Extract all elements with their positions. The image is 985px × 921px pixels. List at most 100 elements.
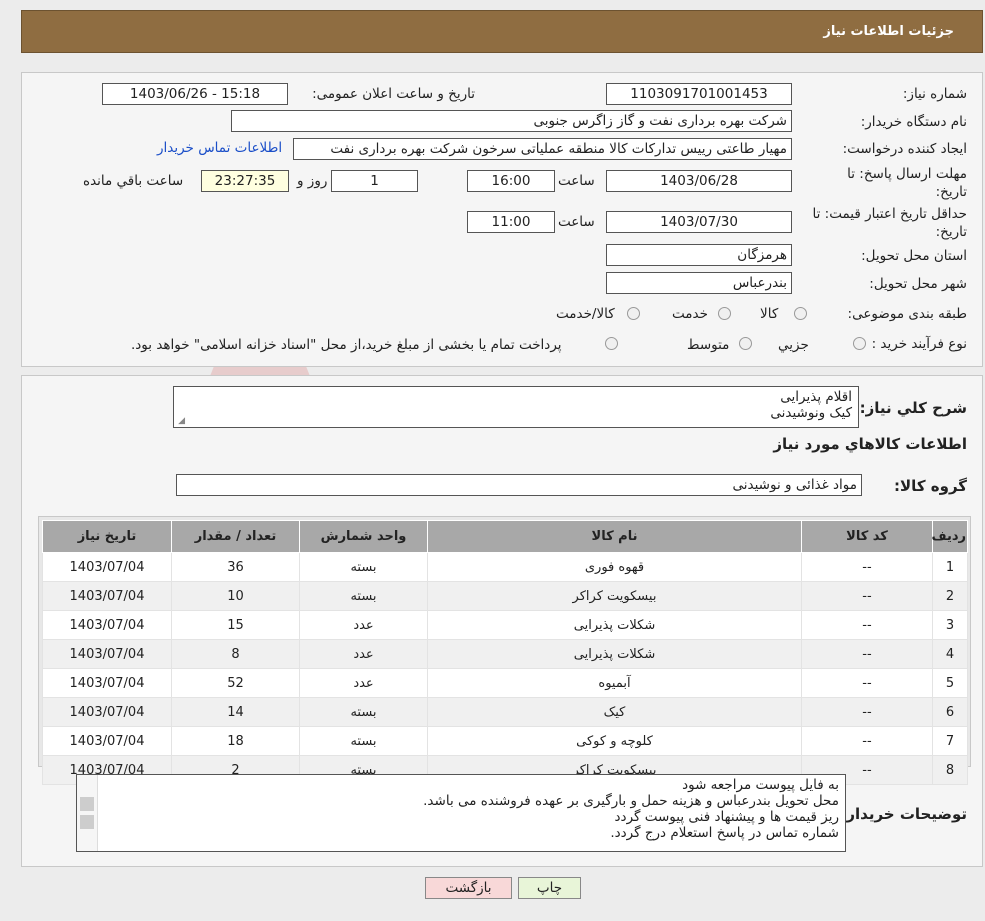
cell-row-number: 6 xyxy=(932,697,968,727)
category-radio-goods[interactable] xyxy=(794,307,807,320)
validity-label: حداقل تاریخ اعتبار قیمت: تا xyxy=(812,206,967,222)
process-option-minor: جزیي xyxy=(778,337,809,353)
validity-label-date: تاریخ: xyxy=(935,224,967,240)
cell-need-date: 1403/07/04 xyxy=(42,610,172,640)
cell-need-date: 1403/07/04 xyxy=(42,697,172,727)
items-table: ردیف کد کالا نام کالا واحد شمارش تعداد /… xyxy=(42,520,968,785)
announce-datetime-field: 1403/06/26 - 15:18 xyxy=(102,83,288,105)
buyer-org-label: نام دستگاه خریدار: xyxy=(860,114,967,130)
buyer-notes-textarea[interactable]: به فایل پیوست مراجعه شود محل تحویل بندرع… xyxy=(76,774,846,852)
validity-time-label: ساعت xyxy=(558,214,595,230)
print-button[interactable]: چاپ xyxy=(518,877,581,899)
cell-row-number: 3 xyxy=(932,610,968,640)
goods-info-title: اطلاعات کالاهاي مورد نياز xyxy=(773,435,967,453)
cell-item-name: شکلات پذیرایی xyxy=(427,639,802,669)
notes-scrollbar[interactable] xyxy=(77,775,98,851)
cell-quantity: 36 xyxy=(171,552,300,582)
payment-radio[interactable] xyxy=(605,337,618,350)
summary-line: اقلام پذیرایی xyxy=(780,389,852,405)
cell-quantity: 8 xyxy=(171,639,300,669)
summary-line: کیک ونوشیدنی xyxy=(770,405,852,421)
back-button[interactable]: بازگشت xyxy=(425,877,512,899)
category-label: طبقه بندی موضوعی: xyxy=(847,306,967,322)
deadline-label: مهلت ارسال پاسخ: تا xyxy=(847,166,967,182)
col-header-need-date: تاریخ نیاز xyxy=(42,520,172,553)
cell-item-code: -- xyxy=(801,610,933,640)
table-row: 6 -- کیک بسته 14 1403/07/04 xyxy=(42,697,968,727)
table-row: 2 -- بیسکویت کراکر بسته 10 1403/07/04 xyxy=(42,581,968,611)
buyer-note-line: شماره تماس در پاسخ استعلام درج گردد. xyxy=(610,825,839,841)
deadline-time-label: ساعت xyxy=(558,173,595,189)
process-radio-medium[interactable] xyxy=(739,337,752,350)
cell-quantity: 15 xyxy=(171,610,300,640)
cell-need-date: 1403/07/04 xyxy=(42,726,172,756)
announce-datetime-label: تاریخ و ساعت اعلان عمومی: xyxy=(312,86,475,102)
cell-unit: عدد xyxy=(299,668,428,698)
cell-row-number: 7 xyxy=(932,726,968,756)
validity-time-field: 11:00 xyxy=(467,211,555,233)
cell-item-name: کلوچه و کوکی xyxy=(427,726,802,756)
validity-date-field: 1403/07/30 xyxy=(606,211,792,233)
category-radio-goods-service[interactable] xyxy=(627,307,640,320)
deadline-time-field: 16:00 xyxy=(467,170,555,192)
buyer-note-line: به فایل پیوست مراجعه شود xyxy=(682,777,839,793)
cell-unit: بسته xyxy=(299,726,428,756)
cell-need-date: 1403/07/04 xyxy=(42,581,172,611)
category-radio-service[interactable] xyxy=(718,307,731,320)
cell-row-number: 2 xyxy=(932,581,968,611)
cell-item-code: -- xyxy=(801,697,933,727)
buyer-contact-link[interactable]: اطلاعات تماس خریدار xyxy=(157,140,282,156)
buyer-org-field: شرکت بهره برداری نفت و گاز زاگرس جنوبی xyxy=(231,110,792,132)
table-row: 4 -- شکلات پذیرایی عدد 8 1403/07/04 xyxy=(42,639,968,669)
days-remaining-field: 1 xyxy=(331,170,418,192)
buyer-notes-label: توضیحات خریدار: xyxy=(840,805,967,823)
cell-quantity: 10 xyxy=(171,581,300,611)
summary-textarea: اقلام پذیرایی کیک ونوشیدنی ◢ xyxy=(173,386,859,428)
deadline-label-date: تاریخ: xyxy=(935,184,967,200)
buyer-note-line: ریز قیمت ها و پیشنهاد فنی پیوست گردد xyxy=(614,809,839,825)
goods-group-label: گروه کالا: xyxy=(894,477,967,495)
days-label: روز و xyxy=(297,173,328,189)
category-option-goods-service: کالا/خدمت xyxy=(556,306,615,322)
page-title: جزئیات اطلاعات نیاز xyxy=(823,24,954,39)
cell-need-date: 1403/07/04 xyxy=(42,639,172,669)
col-header-item-code: کد کالا xyxy=(801,520,933,553)
category-option-service: خدمت xyxy=(672,306,708,322)
need-number-field: 1103091701001453 xyxy=(606,83,792,105)
need-number-label: شماره نیاز: xyxy=(902,86,967,102)
payment-note: پرداخت تمام یا بخشی از مبلغ خرید،از محل … xyxy=(131,337,562,353)
table-row: 1 -- قهوه فوری بسته 36 1403/07/04 xyxy=(42,552,968,582)
col-header-item-name: نام کالا xyxy=(427,520,802,553)
cell-item-name: کیک xyxy=(427,697,802,727)
remaining-time-label: ساعت باقي مانده xyxy=(83,173,184,189)
col-header-quantity: تعداد / مقدار xyxy=(171,520,300,553)
cell-need-date: 1403/07/04 xyxy=(42,668,172,698)
cell-item-code: -- xyxy=(801,639,933,669)
table-row: 5 -- آبمیوه عدد 52 1403/07/04 xyxy=(42,668,968,698)
cell-quantity: 14 xyxy=(171,697,300,727)
cell-quantity: 52 xyxy=(171,668,300,698)
cell-need-date: 1403/07/04 xyxy=(42,552,172,582)
province-field: هرمزگان xyxy=(606,244,792,266)
buyer-note-line: محل تحویل بندرعباس و هزینه حمل و بارگیری… xyxy=(423,793,839,809)
process-type-label: نوع فرآیند خرید : xyxy=(871,336,967,352)
province-label: استان محل تحویل: xyxy=(861,248,967,264)
creator-field: مهیار طاعتی رییس تدارکات کالا منطقه عملی… xyxy=(293,138,792,160)
cell-unit: عدد xyxy=(299,610,428,640)
cell-item-code: -- xyxy=(801,552,933,582)
cell-row-number: 1 xyxy=(932,552,968,582)
city-label: شهر محل تحویل: xyxy=(869,276,967,292)
cell-item-name: شکلات پذیرایی xyxy=(427,610,802,640)
col-header-unit: واحد شمارش xyxy=(299,520,428,553)
process-radio-minor[interactable] xyxy=(853,337,866,350)
page-header: جزئیات اطلاعات نیاز xyxy=(21,10,983,53)
cell-item-name: آبمیوه xyxy=(427,668,802,698)
resize-grip-icon[interactable]: ◢ xyxy=(176,417,185,426)
table-row: 7 -- کلوچه و کوکی بسته 18 1403/07/04 xyxy=(42,726,968,756)
category-option-goods: کالا xyxy=(760,306,779,322)
cell-row-number: 5 xyxy=(932,668,968,698)
cell-item-code: -- xyxy=(801,581,933,611)
process-option-medium: متوسط xyxy=(687,337,730,353)
city-field: بندرعباس xyxy=(606,272,792,294)
cell-item-name: قهوه فوری xyxy=(427,552,802,582)
